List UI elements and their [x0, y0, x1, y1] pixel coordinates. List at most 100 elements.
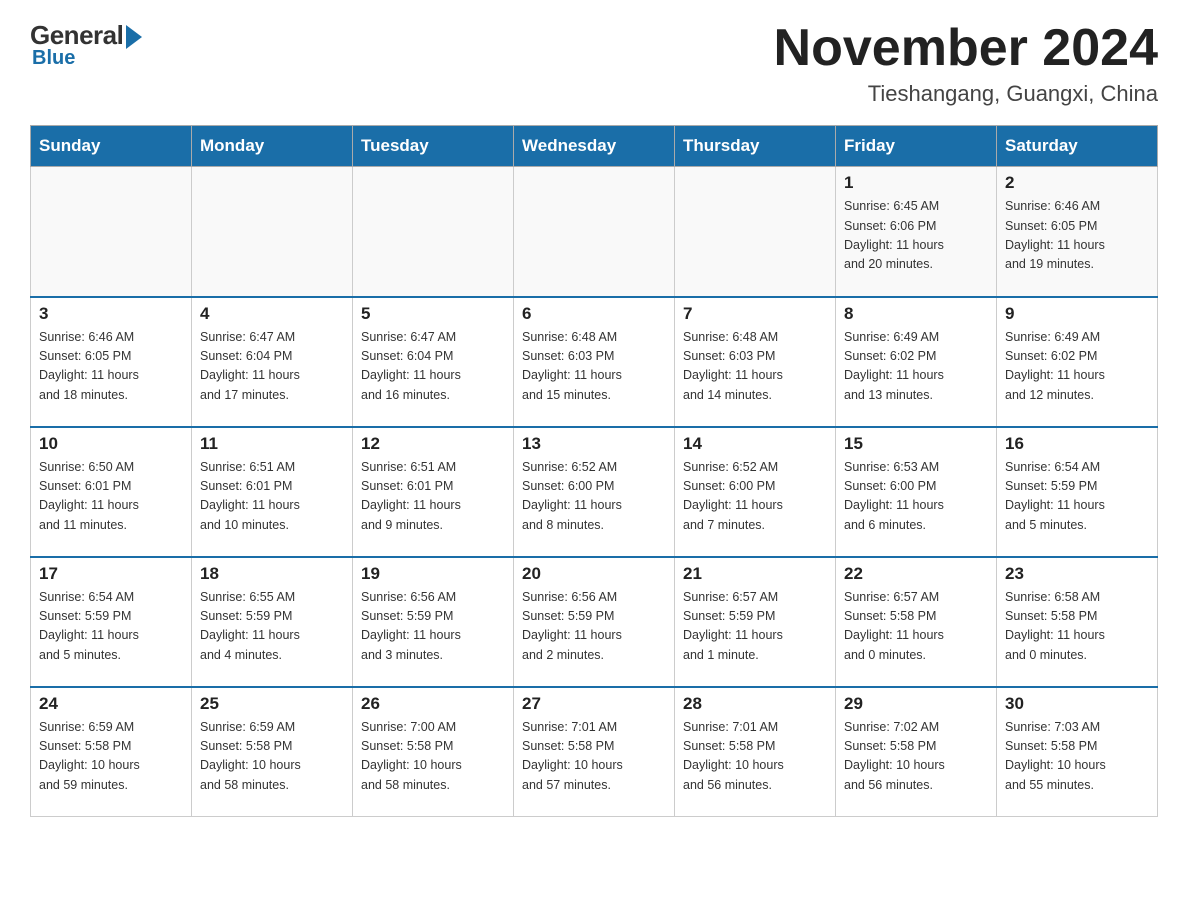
- calendar-table: SundayMondayTuesdayWednesdayThursdayFrid…: [30, 125, 1158, 817]
- day-number: 28: [683, 694, 827, 714]
- calendar-header-row: SundayMondayTuesdayWednesdayThursdayFrid…: [31, 126, 1158, 167]
- day-number: 5: [361, 304, 505, 324]
- calendar-cell: 11 Sunrise: 6:51 AMSunset: 6:01 PMDayligh…: [192, 427, 353, 557]
- day-info: Sunrise: 6:45 AMSunset: 6:06 PMDaylight:…: [844, 197, 988, 275]
- day-header-wednesday: Wednesday: [514, 126, 675, 167]
- calendar-cell: 29 Sunrise: 7:02 AMSunset: 5:58 PMDayligh…: [836, 687, 997, 817]
- day-number: 27: [522, 694, 666, 714]
- calendar-cell: 30 Sunrise: 7:03 AMSunset: 5:58 PMDayligh…: [997, 687, 1158, 817]
- calendar-week-row: 1Sunrise: 6:45 AMSunset: 6:06 PMDaylight…: [31, 167, 1158, 297]
- calendar-cell: [514, 167, 675, 297]
- calendar-cell: 15Sunrise: 6:53 AMSunset: 6:00 PMDayligh…: [836, 427, 997, 557]
- calendar-cell: [192, 167, 353, 297]
- day-number: 30: [1005, 694, 1149, 714]
- day-number: 13: [522, 434, 666, 454]
- month-title: November 2024: [774, 20, 1158, 77]
- day-number: 24: [39, 694, 183, 714]
- calendar-cell: 9 Sunrise: 6:49 AMSunset: 6:02 PMDaylight…: [997, 297, 1158, 427]
- calendar-week-row: 17 Sunrise: 6:54 AMSunset: 5:59 PMDayligh…: [31, 557, 1158, 687]
- day-info: Sunrise: 7:02 AMSunset: 5:58 PMDaylight:…: [844, 718, 988, 796]
- day-info: Sunrise: 7:01 AMSunset: 5:58 PMDaylight:…: [522, 718, 666, 796]
- day-info: Sunrise: 6:46 AMSunset: 6:05 PMDaylight:…: [39, 328, 183, 406]
- day-info: Sunrise: 6:49 AMSunset: 6:02 PMDaylight:…: [1005, 328, 1149, 406]
- day-info: Sunrise: 6:47 AMSunset: 6:04 PMDaylight:…: [200, 328, 344, 406]
- calendar-cell: 26 Sunrise: 7:00 AMSunset: 5:58 PMDayligh…: [353, 687, 514, 817]
- calendar-cell: 25 Sunrise: 6:59 AMSunset: 5:58 PMDayligh…: [192, 687, 353, 817]
- day-info: Sunrise: 6:56 AMSunset: 5:59 PMDaylight:…: [361, 588, 505, 666]
- calendar-cell: 12Sunrise: 6:51 AMSunset: 6:01 PMDayligh…: [353, 427, 514, 557]
- day-info: Sunrise: 6:53 AMSunset: 6:00 PMDaylight:…: [844, 458, 988, 536]
- day-number: 8: [844, 304, 988, 324]
- day-number: 26: [361, 694, 505, 714]
- day-number: 25: [200, 694, 344, 714]
- day-number: 2: [1005, 173, 1149, 193]
- calendar-cell: 18 Sunrise: 6:55 AMSunset: 5:59 PMDayligh…: [192, 557, 353, 687]
- day-info: Sunrise: 7:01 AMSunset: 5:58 PMDaylight:…: [683, 718, 827, 796]
- calendar-cell: 7 Sunrise: 6:48 AMSunset: 6:03 PMDaylight…: [675, 297, 836, 427]
- day-info: Sunrise: 7:00 AMSunset: 5:58 PMDaylight:…: [361, 718, 505, 796]
- day-info: Sunrise: 6:48 AMSunset: 6:03 PMDaylight:…: [683, 328, 827, 406]
- day-info: Sunrise: 6:55 AMSunset: 5:59 PMDaylight:…: [200, 588, 344, 666]
- day-info: Sunrise: 6:48 AMSunset: 6:03 PMDaylight:…: [522, 328, 666, 406]
- day-info: Sunrise: 6:51 AMSunset: 6:01 PMDaylight:…: [200, 458, 344, 536]
- calendar-cell: 6 Sunrise: 6:48 AMSunset: 6:03 PMDaylight…: [514, 297, 675, 427]
- day-number: 9: [1005, 304, 1149, 324]
- calendar-cell: 14 Sunrise: 6:52 AMSunset: 6:00 PMDayligh…: [675, 427, 836, 557]
- day-number: 12: [361, 434, 505, 454]
- day-number: 4: [200, 304, 344, 324]
- day-number: 10: [39, 434, 183, 454]
- calendar-cell: [353, 167, 514, 297]
- day-info: Sunrise: 6:49 AMSunset: 6:02 PMDaylight:…: [844, 328, 988, 406]
- calendar-cell: 24 Sunrise: 6:59 AMSunset: 5:58 PMDayligh…: [31, 687, 192, 817]
- day-info: Sunrise: 6:54 AMSunset: 5:59 PMDaylight:…: [39, 588, 183, 666]
- day-info: Sunrise: 6:54 AMSunset: 5:59 PMDaylight:…: [1005, 458, 1149, 536]
- day-info: Sunrise: 6:57 AMSunset: 5:59 PMDaylight:…: [683, 588, 827, 666]
- calendar-cell: 4 Sunrise: 6:47 AMSunset: 6:04 PMDaylight…: [192, 297, 353, 427]
- day-number: 18: [200, 564, 344, 584]
- day-header-thursday: Thursday: [675, 126, 836, 167]
- day-info: Sunrise: 6:59 AMSunset: 5:58 PMDaylight:…: [39, 718, 183, 796]
- day-number: 21: [683, 564, 827, 584]
- day-info: Sunrise: 6:50 AMSunset: 6:01 PMDaylight:…: [39, 458, 183, 536]
- calendar-cell: 27 Sunrise: 7:01 AMSunset: 5:58 PMDayligh…: [514, 687, 675, 817]
- calendar-cell: 5 Sunrise: 6:47 AMSunset: 6:04 PMDaylight…: [353, 297, 514, 427]
- calendar-cell: 3Sunrise: 6:46 AMSunset: 6:05 PMDaylight…: [31, 297, 192, 427]
- day-info: Sunrise: 6:57 AMSunset: 5:58 PMDaylight:…: [844, 588, 988, 666]
- day-info: Sunrise: 6:58 AMSunset: 5:58 PMDaylight:…: [1005, 588, 1149, 666]
- calendar-cell: [31, 167, 192, 297]
- calendar-cell: 23Sunrise: 6:58 AMSunset: 5:58 PMDayligh…: [997, 557, 1158, 687]
- calendar-cell: 22 Sunrise: 6:57 AMSunset: 5:58 PMDayligh…: [836, 557, 997, 687]
- day-number: 7: [683, 304, 827, 324]
- day-header-sunday: Sunday: [31, 126, 192, 167]
- logo-blue-text: Blue: [32, 47, 75, 70]
- day-info: Sunrise: 7:03 AMSunset: 5:58 PMDaylight:…: [1005, 718, 1149, 796]
- calendar-cell: 8 Sunrise: 6:49 AMSunset: 6:02 PMDaylight…: [836, 297, 997, 427]
- calendar-cell: 21 Sunrise: 6:57 AMSunset: 5:59 PMDayligh…: [675, 557, 836, 687]
- day-info: Sunrise: 6:52 AMSunset: 6:00 PMDaylight:…: [683, 458, 827, 536]
- day-number: 20: [522, 564, 666, 584]
- day-header-tuesday: Tuesday: [353, 126, 514, 167]
- day-number: 29: [844, 694, 988, 714]
- calendar-week-row: 10 Sunrise: 6:50 AMSunset: 6:01 PMDayligh…: [31, 427, 1158, 557]
- day-header-friday: Friday: [836, 126, 997, 167]
- day-header-monday: Monday: [192, 126, 353, 167]
- day-header-saturday: Saturday: [997, 126, 1158, 167]
- day-number: 11: [200, 434, 344, 454]
- calendar-week-row: 3Sunrise: 6:46 AMSunset: 6:05 PMDaylight…: [31, 297, 1158, 427]
- calendar-cell: 2 Sunrise: 6:46 AMSunset: 6:05 PMDaylight…: [997, 167, 1158, 297]
- day-number: 17: [39, 564, 183, 584]
- day-info: Sunrise: 6:56 AMSunset: 5:59 PMDaylight:…: [522, 588, 666, 666]
- day-number: 22: [844, 564, 988, 584]
- day-number: 14: [683, 434, 827, 454]
- day-info: Sunrise: 6:46 AMSunset: 6:05 PMDaylight:…: [1005, 197, 1149, 275]
- day-number: 6: [522, 304, 666, 324]
- calendar-cell: 17 Sunrise: 6:54 AMSunset: 5:59 PMDayligh…: [31, 557, 192, 687]
- day-info: Sunrise: 6:52 AMSunset: 6:00 PMDaylight:…: [522, 458, 666, 536]
- calendar-cell: 20 Sunrise: 6:56 AMSunset: 5:59 PMDayligh…: [514, 557, 675, 687]
- title-block: November 2024 Tieshangang, Guangxi, Chin…: [774, 20, 1158, 107]
- calendar-week-row: 24 Sunrise: 6:59 AMSunset: 5:58 PMDayligh…: [31, 687, 1158, 817]
- day-info: Sunrise: 6:47 AMSunset: 6:04 PMDaylight:…: [361, 328, 505, 406]
- logo: General Blue: [30, 20, 142, 70]
- day-info: Sunrise: 6:59 AMSunset: 5:58 PMDaylight:…: [200, 718, 344, 796]
- calendar-cell: 16Sunrise: 6:54 AMSunset: 5:59 PMDayligh…: [997, 427, 1158, 557]
